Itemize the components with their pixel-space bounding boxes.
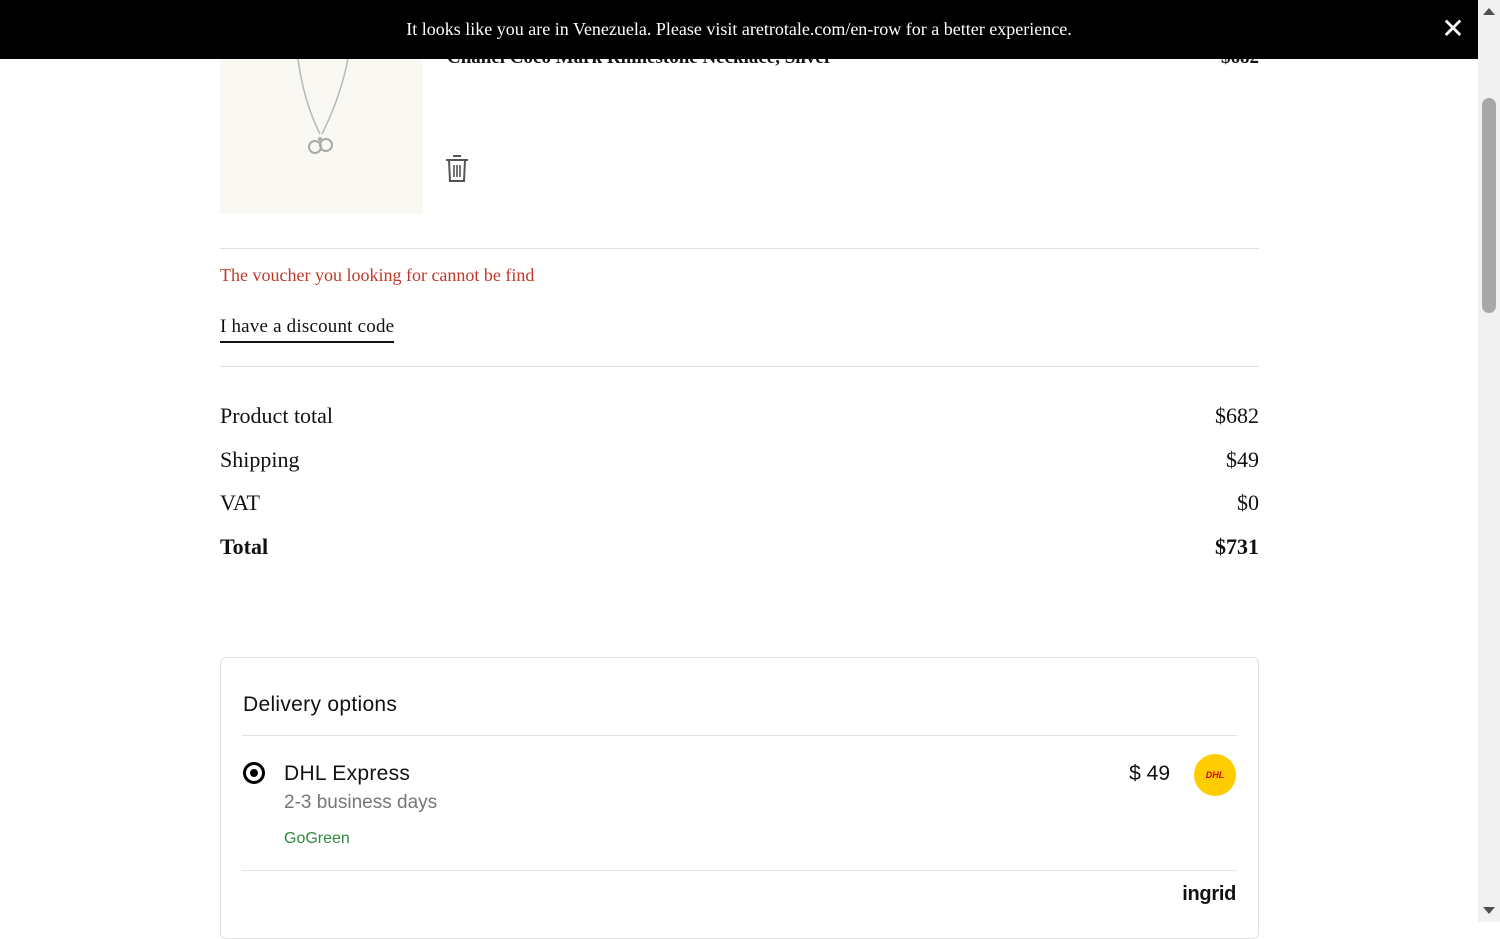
voucher-error-message: The voucher you looking for cannot be fi… [220, 265, 535, 285]
carrier-name[interactable]: DHL Express [284, 762, 410, 786]
delivery-options-card: Delivery options DHL Express 2-3 busines… [220, 657, 1259, 939]
product-total-label: Product total [220, 403, 334, 428]
shipping-label: Shipping [220, 447, 300, 472]
gogreen-tag: GoGreen [284, 830, 350, 847]
carrier-price: $ 49 [1129, 762, 1170, 785]
total-label: Total [220, 534, 269, 559]
product-price: $682 [1221, 59, 1259, 68]
trash-icon[interactable] [444, 153, 470, 183]
vat-label: VAT [220, 490, 260, 515]
delivery-options-title: Delivery options [243, 693, 398, 716]
product-title-row: Chanel Coco Mark Rhinestone Necklace, Si… [447, 59, 1259, 68]
product-total-value: $682 [1215, 403, 1259, 428]
ingrid-logo: ingrid [1182, 883, 1236, 905]
divider [242, 735, 1237, 736]
divider [220, 248, 1259, 249]
dhl-logo-icon: DHL [1194, 754, 1236, 796]
close-icon[interactable]: ✕ [1438, 14, 1468, 44]
scroll-down-arrow-icon[interactable] [1483, 907, 1495, 914]
scroll-up-arrow-icon[interactable] [1483, 8, 1495, 15]
divider [242, 870, 1237, 871]
dhl-express-radio[interactable] [243, 762, 265, 784]
scrollbar[interactable] [1478, 0, 1500, 922]
divider [220, 366, 1259, 367]
product-title[interactable]: Chanel Coco Mark Rhinestone Necklace, Si… [447, 59, 832, 68]
geo-banner: It looks like you are in Venezuela. Plea… [0, 0, 1478, 59]
shipping-value: $49 [1226, 447, 1259, 472]
product-image[interactable] [220, 58, 423, 214]
geo-banner-message: It looks like you are in Venezuela. Plea… [406, 19, 1072, 39]
carrier-delivery-time: 2-3 business days [284, 792, 438, 813]
scrollbar-thumb[interactable] [1482, 98, 1496, 313]
svg-text:DHL: DHL [1206, 770, 1225, 780]
vat-value: $0 [1237, 490, 1259, 515]
total-value: $731 [1215, 534, 1259, 559]
discount-code-link[interactable]: I have a discount code [220, 316, 395, 343]
